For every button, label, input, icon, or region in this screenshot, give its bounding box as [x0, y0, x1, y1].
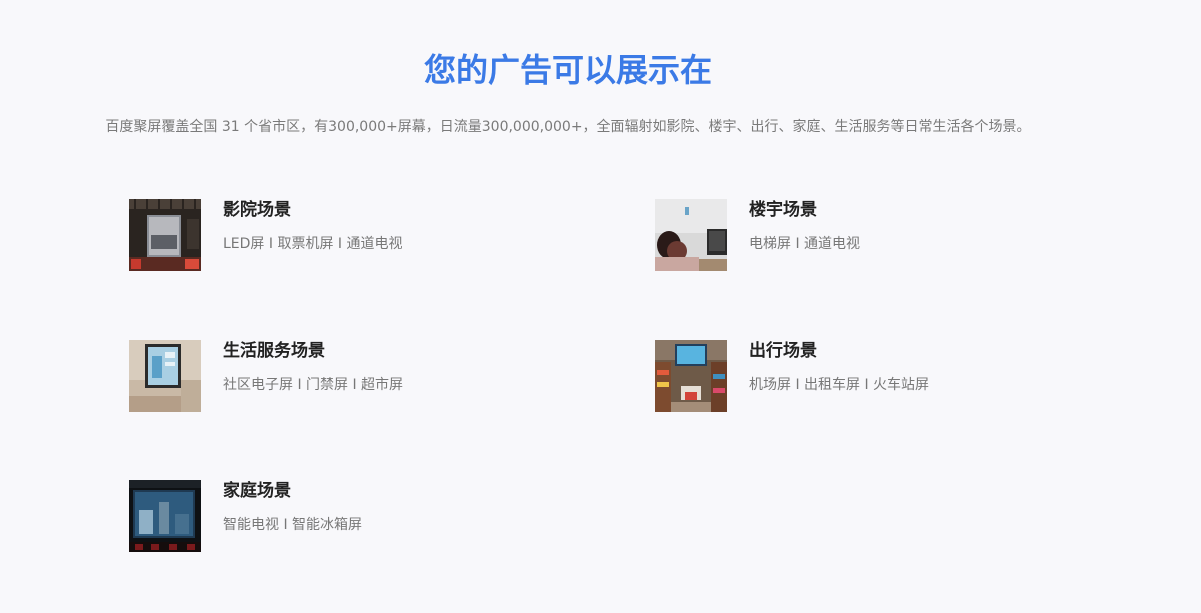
cinema-scene-image — [129, 199, 201, 271]
building-scene-image — [655, 199, 727, 271]
life-service-scene-image — [129, 340, 201, 412]
page-subtitle: 百度聚屏覆盖全国 31 个省市区，有300,000+屏幕，日流量300,000,… — [105, 119, 1031, 135]
scene-description: 社区电子屏 I 门禁屏 I 超市屏 — [223, 377, 404, 393]
scene-title: 影院场景 — [223, 200, 291, 220]
home-scene-image — [129, 480, 201, 552]
scene-description: LED屏 I 取票机屏 I 通道电视 — [223, 236, 403, 252]
scene-title: 家庭场景 — [223, 481, 291, 501]
scene-item-travel[interactable]: 出行场景 机场屏 I 出租车屏 I 火车站屏 — [655, 340, 1115, 412]
scene-item-home[interactable]: 家庭场景 智能电视 I 智能冰箱屏 — [129, 480, 589, 552]
scene-title: 出行场景 — [749, 341, 817, 361]
page-title: 您的广告可以展示在 — [423, 51, 712, 89]
scene-description: 智能电视 I 智能冰箱屏 — [223, 517, 363, 533]
scene-item-life-service[interactable]: 生活服务场景 社区电子屏 I 门禁屏 I 超市屏 — [129, 340, 589, 412]
scene-description: 机场屏 I 出租车屏 I 火车站屏 — [749, 377, 930, 393]
scene-title: 生活服务场景 — [223, 341, 325, 361]
scene-title: 楼宇场景 — [749, 200, 817, 220]
scene-description: 电梯屏 I 通道电视 — [749, 236, 861, 252]
travel-scene-image — [655, 340, 727, 412]
scene-item-building[interactable]: 楼宇场景 电梯屏 I 通道电视 — [655, 199, 1115, 271]
scene-item-cinema[interactable]: 影院场景 LED屏 I 取票机屏 I 通道电视 — [129, 199, 589, 271]
